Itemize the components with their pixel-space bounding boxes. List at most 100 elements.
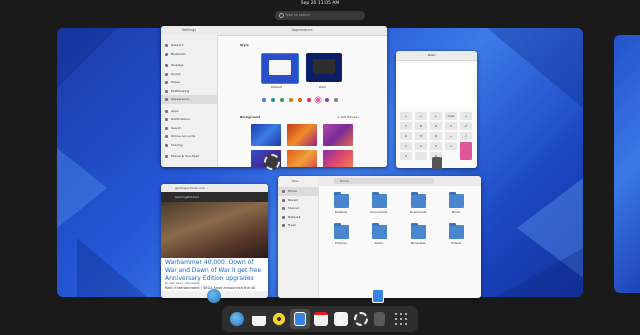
accent-blue[interactable] xyxy=(262,98,266,102)
folder-documents[interactable]: Documents xyxy=(364,192,394,214)
accent-slate[interactable] xyxy=(334,98,338,102)
calculator-equals-key[interactable] xyxy=(460,142,472,160)
style-dark-label: Dark xyxy=(319,85,327,89)
wallpaper-option-1[interactable] xyxy=(251,124,281,146)
wallpaper-option-3[interactable] xyxy=(323,124,353,146)
calculator-key[interactable]: ÷ xyxy=(400,112,412,120)
sidebar-item-multitasking[interactable]: Multitasking xyxy=(161,87,217,96)
clock[interactable]: Sep 20 11:05 AM xyxy=(0,0,640,8)
folder-public[interactable]: Public xyxy=(364,223,394,245)
app-grid-dot xyxy=(400,323,402,325)
calculator-key[interactable]: × xyxy=(445,122,457,130)
folder-downloads[interactable]: Downloads xyxy=(403,192,433,214)
top-bar: Sep 20 11:05 AM xyxy=(0,0,640,8)
calculator-icon[interactable] xyxy=(374,312,385,326)
accent-green[interactable] xyxy=(280,98,284,102)
files-title: Files xyxy=(292,179,299,183)
folder-templates[interactable]: Templates xyxy=(403,223,433,245)
folder-pictures[interactable]: Pictures xyxy=(326,223,356,245)
calculator-key[interactable]: √ xyxy=(460,132,472,140)
sidebar-item-appearance[interactable]: Appearance xyxy=(161,95,217,104)
rhythmbox-icon[interactable] xyxy=(272,312,286,326)
sidebar-item-displays[interactable]: Displays xyxy=(161,61,217,70)
files-pathbar[interactable]: Home xyxy=(334,178,434,184)
accent-yellow[interactable] xyxy=(289,98,293,102)
accent-purple[interactable] xyxy=(325,98,329,102)
calculator-key[interactable]: ← xyxy=(415,112,427,120)
settings-app-icon[interactable] xyxy=(264,154,280,170)
calculator-key[interactable]: 6 xyxy=(430,132,442,140)
accent-teal[interactable] xyxy=(271,98,275,102)
settings-window[interactable]: Settings Appearance Network Bluetooth Di… xyxy=(161,26,387,167)
accent-red[interactable] xyxy=(307,98,311,102)
files-sidebar-recent[interactable]: Recent xyxy=(278,196,318,205)
article-headline[interactable]: Warhammer 40,000: Down of War and Dawn o… xyxy=(165,259,265,282)
sidebar-item-sharing[interactable]: Sharing xyxy=(161,141,217,150)
app-grid-dot xyxy=(405,318,407,320)
article-image[interactable] xyxy=(161,202,268,258)
calculator-key[interactable]: 7 xyxy=(400,122,412,130)
calculator-key[interactable]: mod xyxy=(445,112,457,120)
software-icon[interactable] xyxy=(314,312,328,326)
browser-urlbar[interactable]: gamingonlinux.com xyxy=(161,184,268,192)
apps-icon xyxy=(165,109,168,113)
files-sidebar-trash[interactable]: Trash xyxy=(278,221,318,230)
files-sidebar-starred[interactable]: Starred xyxy=(278,204,318,213)
calculator-key[interactable]: . xyxy=(415,152,427,160)
calculator-window[interactable]: Basic ÷ ← ← mod ÷ 7 8 9 × x² 4 5 6− √ 1 2 3 +0.% xyxy=(396,51,477,168)
files-app-icon[interactable] xyxy=(372,289,384,303)
settings-icon[interactable] xyxy=(354,312,368,326)
calculator-key[interactable]: 3 xyxy=(430,142,442,150)
calculator-key[interactable]: x² xyxy=(460,122,472,130)
calculator-app-icon[interactable] xyxy=(432,157,442,169)
sidebar-item-apps[interactable]: Apps xyxy=(161,107,217,116)
files-window[interactable]: Files Home Recent Starred Network Trash … xyxy=(278,176,481,298)
site-name[interactable]: GamingOnLinux xyxy=(175,192,199,202)
calendar-icon[interactable] xyxy=(252,312,266,326)
calculator-titlebar[interactable]: Basic xyxy=(396,51,477,61)
folder-desktop[interactable]: Desktop xyxy=(326,192,356,214)
add-picture-button[interactable]: + Add Picture... xyxy=(337,115,360,119)
web-browser-app-icon[interactable] xyxy=(207,289,221,303)
files-sidebar-network[interactable]: Network xyxy=(278,213,318,222)
calculator-key[interactable]: 9 xyxy=(430,122,442,130)
sidebar-item-online-accounts[interactable]: Online Accounts xyxy=(161,132,217,141)
calculator-mode[interactable]: Basic xyxy=(428,51,436,60)
folder-videos[interactable]: Videos xyxy=(441,223,471,245)
browser-window[interactable]: gamingonlinux.com GamingOnLinux Warhamme… xyxy=(161,184,268,298)
wallpaper-option-6[interactable] xyxy=(323,150,353,167)
calculator-key[interactable]: 4 xyxy=(400,132,412,140)
wallpaper-option-5[interactable] xyxy=(287,150,317,167)
web-browser-icon[interactable] xyxy=(230,312,244,326)
style-default-option[interactable] xyxy=(261,53,299,84)
files-icon[interactable] xyxy=(294,312,306,326)
calculator-key[interactable]: 5 xyxy=(415,132,427,140)
sidebar-item-search[interactable]: Search xyxy=(161,124,217,133)
sidebar-item-notifications[interactable]: Notifications xyxy=(161,115,217,124)
calculator-key[interactable]: ← xyxy=(430,112,442,120)
wallpaper-option-2[interactable] xyxy=(287,124,317,146)
calculator-key[interactable]: 2 xyxy=(415,142,427,150)
sidebar-item-bluetooth[interactable]: Bluetooth xyxy=(161,50,217,59)
calculator-key[interactable]: 8 xyxy=(415,122,427,130)
style-dark-option[interactable] xyxy=(306,53,342,82)
folder-music[interactable]: Music xyxy=(441,192,471,214)
search-input[interactable]: Type to search xyxy=(275,11,365,20)
calculator-key[interactable]: 1 xyxy=(400,142,412,150)
next-workspace-thumbnail[interactable] xyxy=(614,35,640,293)
sidebar-item-power[interactable]: Power xyxy=(161,78,217,87)
calculator-key[interactable]: ÷ xyxy=(460,112,472,120)
text-editor-icon[interactable] xyxy=(334,312,348,326)
accent-pink[interactable] xyxy=(316,98,320,102)
calculator-key[interactable]: − xyxy=(445,132,457,140)
calculator-key[interactable]: 0 xyxy=(400,152,412,160)
calculator-key[interactable]: + xyxy=(445,142,457,150)
browser-url[interactable]: gamingonlinux.com xyxy=(175,185,245,191)
bluetooth-icon xyxy=(165,52,168,56)
app-grid-icon[interactable] xyxy=(394,312,408,326)
sidebar-item-network[interactable]: Network xyxy=(161,41,217,50)
accent-orange[interactable] xyxy=(298,98,302,102)
sidebar-item-sound[interactable]: Sound xyxy=(161,70,217,79)
files-sidebar-home[interactable]: Home xyxy=(278,187,318,196)
sidebar-item-mouse[interactable]: Mouse & Touchpad xyxy=(161,152,217,161)
